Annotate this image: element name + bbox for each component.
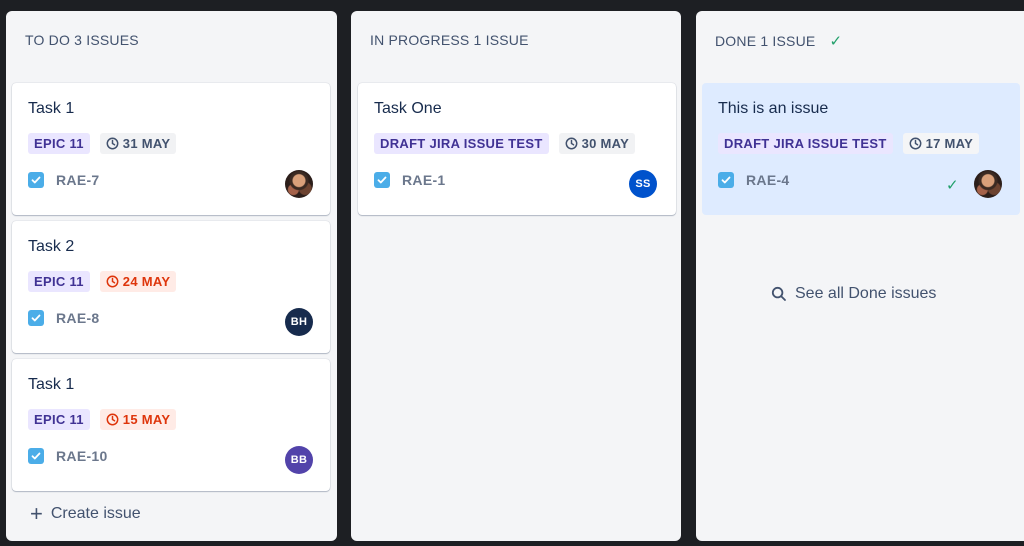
due-date-badge: 30 MAY	[558, 133, 636, 154]
card-title: Task 2	[28, 238, 75, 255]
due-date: 31 MAY	[122, 136, 171, 151]
due-date: 15 MAY	[122, 412, 171, 427]
create-issue-button[interactable]: + Create issue	[30, 501, 141, 526]
clock-icon	[106, 413, 119, 426]
due-date-badge: 15 MAY	[99, 409, 177, 430]
issue-card-rae-1[interactable]: Task One DRAFT JIRA ISSUE TEST 30 MAY RA…	[358, 83, 676, 215]
epic-badge[interactable]: DRAFT JIRA ISSUE TEST	[718, 133, 893, 154]
assignee-avatar[interactable]	[974, 170, 1002, 198]
column-title-todo: TO DO 3 ISSUES	[25, 32, 139, 48]
issue-key[interactable]: RAE-10	[56, 448, 108, 464]
column-done: DONE 1 ISSUE ✓ This is an issue DRAFT JI…	[696, 11, 1024, 541]
card-title: Task 1	[28, 100, 75, 117]
due-date: 17 MAY	[925, 136, 974, 151]
board: TO DO 3 ISSUES Task 1 EPIC 11 31 MAY RAE…	[0, 5, 1024, 546]
card-title: Task One	[374, 100, 442, 117]
task-type-icon	[28, 172, 44, 188]
clock-icon	[909, 137, 922, 150]
assignee-avatar[interactable]	[285, 170, 313, 198]
task-type-icon	[28, 310, 44, 326]
column-header-todo: TO DO 3 ISSUES	[25, 32, 139, 48]
assignee-avatar[interactable]: SS	[629, 170, 657, 198]
card-title: Task 1	[28, 376, 75, 393]
due-date: 30 MAY	[581, 136, 630, 151]
due-date-badge: 17 MAY	[902, 133, 980, 154]
task-type-icon	[718, 172, 734, 188]
column-header-done: DONE 1 ISSUE ✓	[715, 32, 842, 50]
issue-card-rae-4[interactable]: This is an issue DRAFT JIRA ISSUE TEST 1…	[702, 83, 1020, 215]
create-issue-label: Create issue	[50, 505, 141, 522]
issue-key[interactable]: RAE-7	[56, 172, 100, 188]
due-date: 24 MAY	[122, 274, 171, 289]
issue-card-rae-10[interactable]: Task 1 EPIC 11 15 MAY RAE-10 BB	[12, 359, 330, 491]
done-check-icon: ✓	[946, 177, 959, 194]
task-type-icon	[374, 172, 390, 188]
see-all-done-issues-button[interactable]: See all Done issues	[771, 285, 936, 303]
issue-key[interactable]: RAE-1	[402, 172, 446, 188]
search-icon	[771, 286, 786, 301]
issue-card-rae-7[interactable]: Task 1 EPIC 11 31 MAY RAE-7	[12, 83, 330, 215]
epic-badge[interactable]: EPIC 11	[28, 133, 90, 154]
clock-icon	[106, 275, 119, 288]
see-all-done-label: See all Done issues	[795, 285, 937, 302]
assignee-avatar[interactable]: BB	[285, 446, 313, 474]
column-todo: TO DO 3 ISSUES Task 1 EPIC 11 31 MAY RAE…	[6, 11, 337, 541]
issue-card-rae-8[interactable]: Task 2 EPIC 11 24 MAY RAE-8 BH	[12, 221, 330, 353]
issue-key[interactable]: RAE-8	[56, 310, 100, 326]
clock-icon	[565, 137, 578, 150]
column-header-in-progress: IN PROGRESS 1 ISSUE	[370, 32, 529, 48]
epic-badge[interactable]: EPIC 11	[28, 409, 90, 430]
epic-badge[interactable]: EPIC 11	[28, 271, 90, 292]
check-icon: ✓	[829, 33, 843, 50]
column-title-in-progress: IN PROGRESS 1 ISSUE	[370, 32, 529, 48]
column-in-progress: IN PROGRESS 1 ISSUE Task One DRAFT JIRA …	[351, 11, 681, 541]
clock-icon	[106, 137, 119, 150]
due-date-badge: 24 MAY	[99, 271, 177, 292]
column-title-done: DONE 1 ISSUE	[715, 33, 816, 49]
due-date-badge: 31 MAY	[99, 133, 177, 154]
issue-key[interactable]: RAE-4	[746, 172, 790, 188]
card-title: This is an issue	[718, 100, 829, 117]
assignee-avatar[interactable]: BH	[285, 308, 313, 336]
plus-icon: +	[30, 501, 43, 526]
task-type-icon	[28, 448, 44, 464]
epic-badge[interactable]: DRAFT JIRA ISSUE TEST	[374, 133, 549, 154]
